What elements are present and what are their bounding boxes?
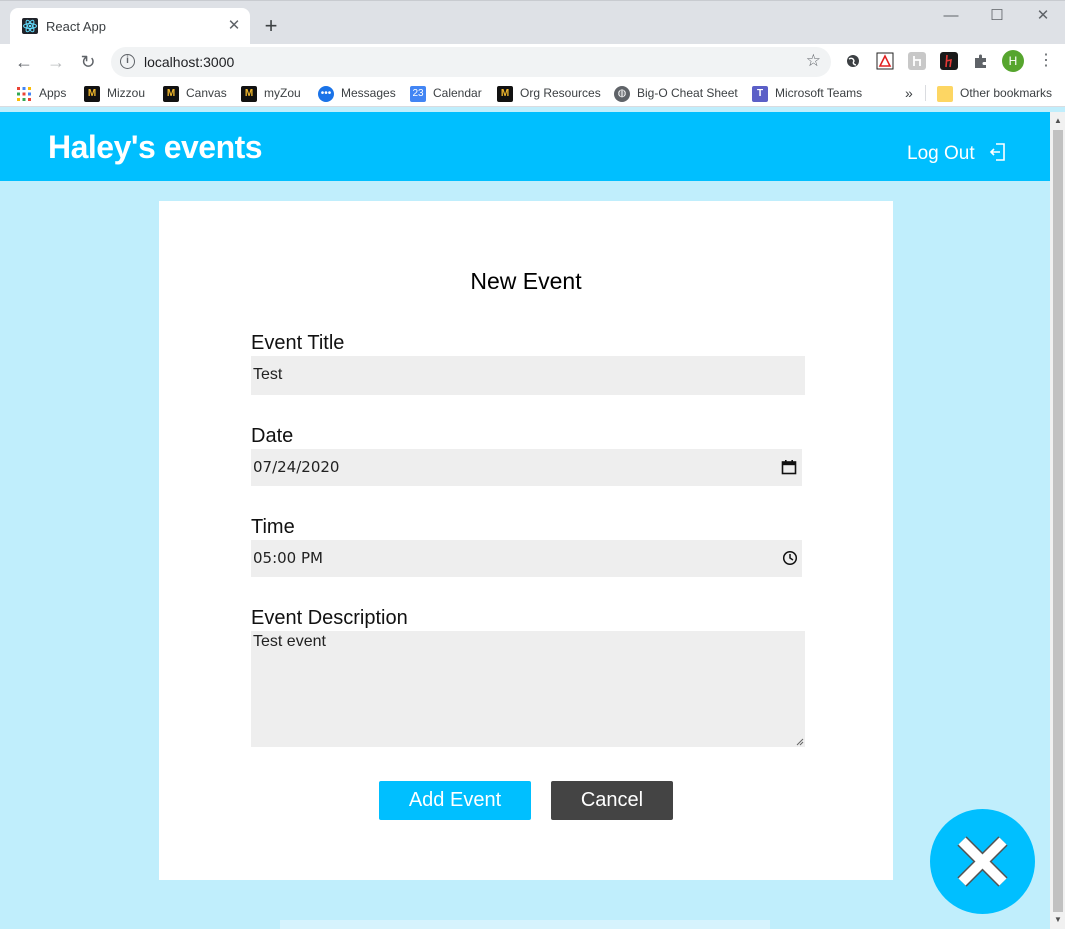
react-favicon-icon <box>22 18 38 34</box>
time-label: Time <box>251 516 295 538</box>
maximize-button[interactable]: ☐ <box>974 5 1020 27</box>
logout-icon[interactable] <box>988 142 1006 162</box>
other-bookmarks[interactable]: Other bookmarks <box>937 84 1052 102</box>
bookmark-messages[interactable]: ••• Messages <box>318 84 396 102</box>
resize-handle-icon[interactable] <box>795 737 804 746</box>
scroll-down-icon[interactable]: ▼ <box>1053 915 1063 925</box>
bookmark-label: Apps <box>39 86 67 100</box>
event-description-label: Event Description <box>251 607 408 629</box>
date-input[interactable]: 07/24/2020 <box>251 449 802 486</box>
apps-grid-icon <box>17 86 31 101</box>
event-description-textarea[interactable]: Test event <box>251 631 805 747</box>
back-button[interactable]: ← <box>12 50 36 74</box>
reader-extension-icon[interactable] <box>908 52 926 70</box>
globe-icon: ◍ <box>614 85 630 102</box>
pdf-extension-icon[interactable] <box>876 52 894 70</box>
browser-menu-icon[interactable]: ⋮ <box>1038 50 1054 72</box>
app-header: Haley's events Log Out <box>0 112 1050 181</box>
reload-button[interactable]: ↻ <box>76 50 100 74</box>
bookmark-apps[interactable]: Apps <box>16 84 66 102</box>
minimize-button[interactable]: — <box>928 5 974 27</box>
site-info-icon[interactable]: i <box>120 54 135 69</box>
time-input[interactable]: 05:00 PM <box>251 540 802 577</box>
bookmark-org-resources[interactable]: M Org Resources <box>497 84 601 102</box>
bookmark-star-icon[interactable]: ☆ <box>806 51 821 71</box>
bookmark-label: Org Resources <box>520 86 601 100</box>
teams-icon: T <box>752 85 768 102</box>
mizzou-icon: M <box>497 85 513 102</box>
puzzle-extension-icon[interactable] <box>972 52 990 70</box>
bookmark-myzou[interactable]: MmyZou <box>241 84 301 102</box>
close-icon <box>957 836 1008 887</box>
mizzou-icon: M <box>84 85 100 102</box>
new-tab-button[interactable]: + <box>260 15 282 37</box>
page-viewport: Haley's events Log Out New Event Event T… <box>0 112 1050 929</box>
bookmark-label: Big-O Cheat Sheet <box>637 86 738 100</box>
bookmarks-bar: Apps M Mizzou M Canvas MmyZou ••• Messages … <box>0 79 1065 107</box>
time-value: 05:00 PM <box>253 549 323 567</box>
other-bookmarks-label: Other bookmarks <box>960 86 1053 100</box>
bookmark-label: Calendar <box>433 86 482 100</box>
bookmark-label: Canvas <box>186 86 227 100</box>
event-description-value: Test event <box>253 633 326 650</box>
url-text[interactable]: localhost:3000 <box>144 54 234 70</box>
cancel-button[interactable]: Cancel <box>551 781 673 820</box>
browser-toolbar: ← → ↻ i localhost:3000 ☆ H ⋮ <box>0 44 1065 79</box>
logout-button[interactable]: Log Out <box>907 143 975 165</box>
bookmark-label: Messages <box>341 86 396 100</box>
mizzou-icon: M <box>241 85 257 102</box>
bookmark-big-o[interactable]: ◍ Big-O Cheat Sheet <box>614 84 738 102</box>
bookmark-label: myZou <box>264 86 301 100</box>
bookmark-calendar[interactable]: 23 Calendar <box>410 84 482 102</box>
tab-strip: React App ✕ + — ☐ ✕ <box>0 0 1065 45</box>
scroll-up-icon[interactable]: ▲ <box>1053 116 1063 126</box>
scrollbar-thumb[interactable] <box>1053 130 1063 912</box>
add-event-button[interactable]: Add Event <box>379 781 531 820</box>
date-value: 07/24/2020 <box>253 458 340 476</box>
event-title-label: Event Title <box>251 332 345 354</box>
bookmark-canvas[interactable]: M Canvas <box>163 84 227 102</box>
page-footer-shadow <box>280 920 770 929</box>
calendar-icon: 23 <box>410 85 426 102</box>
bookmark-mizzou[interactable]: M Mizzou <box>84 84 145 102</box>
tab-close-icon[interactable]: ✕ <box>224 16 244 36</box>
page-scrollbar[interactable]: ▲ ▼ <box>1050 112 1065 929</box>
close-window-button[interactable]: ✕ <box>1020 5 1065 27</box>
bookmark-label: Microsoft Teams <box>775 86 863 100</box>
globe-extension-icon[interactable] <box>844 52 862 70</box>
clock-icon[interactable] <box>782 550 798 566</box>
profile-avatar[interactable]: H <box>1002 50 1024 72</box>
messages-icon: ••• <box>318 85 334 102</box>
bookmark-teams[interactable]: T Microsoft Teams <box>752 84 862 102</box>
bookmark-label: Mizzou <box>107 86 146 100</box>
calendar-picker-icon[interactable] <box>781 459 797 475</box>
mizzou-icon: M <box>163 85 179 102</box>
date-label: Date <box>251 425 294 447</box>
event-title-value: Test <box>253 366 283 383</box>
folder-icon <box>937 85 953 102</box>
address-bar[interactable]: i localhost:3000 ☆ <box>111 47 831 77</box>
event-title-input[interactable]: Test <box>251 356 805 395</box>
bookmarks-overflow-button[interactable]: » <box>905 84 913 102</box>
close-form-button[interactable] <box>930 809 1035 914</box>
app-title: Haley's events <box>48 129 263 165</box>
bookmarks-divider <box>925 85 926 101</box>
new-event-card: New Event Event Title Test Date 07/24/20… <box>159 201 893 880</box>
h-extension-icon[interactable] <box>940 52 958 70</box>
forward-button[interactable]: → <box>44 50 68 74</box>
form-heading: New Event <box>470 268 582 294</box>
browser-tab[interactable]: React App ✕ <box>10 8 250 45</box>
tab-title: React App <box>46 19 106 34</box>
